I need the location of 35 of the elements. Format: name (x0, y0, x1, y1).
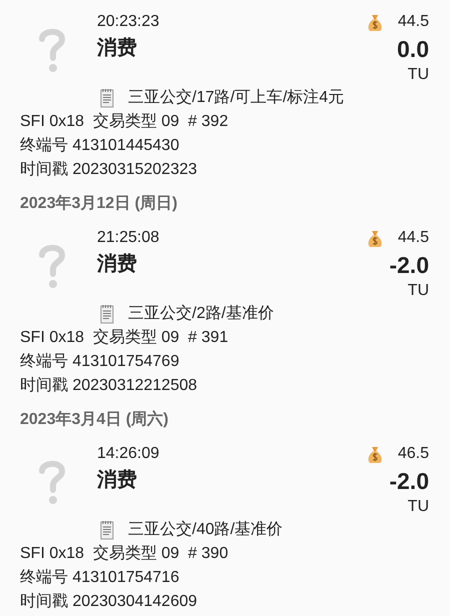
transaction-time: 14:26:09 (97, 444, 160, 464)
sfi-line: SFI 0x18 交易类型 09 # 390 (20, 544, 230, 564)
memo-text: 三亚公交/17路/可上车/标注4元 (128, 88, 344, 108)
money-bag-icon (366, 228, 384, 248)
amount-unit: TU (408, 65, 429, 85)
timestamp-line: 时间戳 20230315202323 (20, 160, 198, 180)
transaction-type: 消费 (97, 468, 138, 493)
sfi-line: SFI 0x18 交易类型 09 # 391 (20, 328, 230, 348)
amount-unit: TU (408, 497, 429, 517)
timestamp-line: 时间戳 20230312212508 (20, 376, 198, 396)
terminal-line: 终端号 413101445430 (20, 136, 180, 156)
money-bag-icon (366, 12, 384, 32)
date-header: 2023年3月12日 (周日) (20, 194, 178, 214)
money-bag-icon (366, 444, 384, 464)
terminal-line: 终端号 413101754769 (20, 352, 180, 372)
balance-value: 44.5 (398, 12, 429, 32)
transaction-type: 消费 (97, 252, 138, 277)
balance-value: 46.5 (398, 444, 429, 464)
timestamp-line: 时间戳 20230304142609 (20, 592, 198, 612)
notepad-icon (100, 304, 114, 324)
transaction-time: 20:23:23 (97, 12, 160, 32)
amount-value: 0.0 (397, 35, 429, 64)
transaction-type: 消费 (97, 36, 138, 61)
notepad-icon (100, 88, 114, 108)
amount-unit: TU (408, 281, 429, 301)
terminal-line: 终端号 413101754716 (20, 568, 180, 588)
transaction-time: 21:25:08 (97, 228, 160, 248)
sfi-line: SFI 0x18 交易类型 09 # 392 (20, 112, 230, 132)
memo-text: 三亚公交/40路/基准价 (128, 520, 283, 540)
amount-value: -2.0 (389, 251, 429, 280)
memo-text: 三亚公交/2路/基准价 (128, 304, 274, 324)
balance-value: 44.5 (398, 228, 429, 248)
notepad-icon (100, 520, 114, 540)
date-header: 2023年3月4日 (周六) (20, 409, 170, 430)
amount-value: -2.0 (389, 467, 429, 496)
